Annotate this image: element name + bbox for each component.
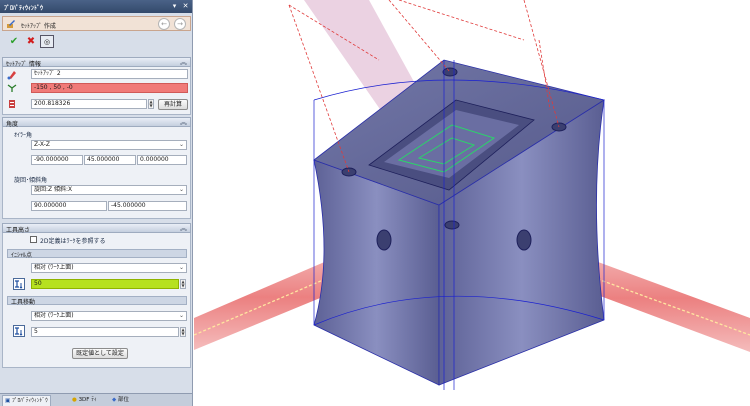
euler-order-value: Z-X-Z bbox=[34, 141, 50, 148]
pin-icon[interactable]: ▾ bbox=[170, 2, 179, 11]
property-window-title: ﾌﾟﾛﾊﾟﾃｨｳｨﾝﾄﾞｳ bbox=[4, 5, 44, 12]
initial-point-value-field[interactable]: 50 bbox=[31, 279, 179, 289]
close-icon[interactable]: ✕ bbox=[181, 2, 190, 11]
height-icon bbox=[13, 325, 25, 337]
tab-3df-label: 3DF ﾃｨ bbox=[78, 397, 97, 403]
angle-body: ｵｲﾗｰ角 Z-X-Z ⌄ -90.000000 45.000000 0.000… bbox=[2, 127, 191, 219]
property-window-icon: ▣ bbox=[5, 398, 11, 404]
euler-order-dropdown[interactable]: Z-X-Z ⌄ bbox=[31, 140, 187, 150]
tool-height-body: 2D定義はﾜｰｸを参照する ｲﾆｼｬﾙ点 相対 (ﾜｰｸ上面) ⌄ 50 ▲ ▼ … bbox=[2, 233, 191, 368]
tab-parts-label: 部位 bbox=[117, 397, 129, 403]
back-icon[interactable]: ← bbox=[158, 18, 170, 30]
initial-point-header: ｲﾆｼｬﾙ点 bbox=[7, 249, 187, 259]
distance-field[interactable]: 200.818326 bbox=[31, 99, 147, 109]
initial-point-spinner[interactable]: ▲ ▼ bbox=[180, 279, 186, 289]
tool-move-title: 工具移動 bbox=[11, 299, 36, 306]
property-window: ﾌﾟﾛﾊﾟﾃｨｳｨﾝﾄﾞｳ ▾ ✕ ｾｯﾄｱｯﾌﾟ 作成 ← → ✔ ✖ ◎ ｾ… bbox=[0, 0, 193, 406]
action-toolbar: ✔ ✖ ◎ bbox=[2, 35, 191, 49]
chevron-down-icon: ⌄ bbox=[178, 141, 184, 148]
tool-move-spinner[interactable]: ▲ ▼ bbox=[180, 327, 186, 337]
initial-point-mode-value: 相対 (ﾜｰｸ上面) bbox=[34, 264, 74, 271]
tab-property-window-label: ﾌﾟﾛﾊﾟﾃｨｳｨﾝﾄﾞｳ bbox=[11, 398, 48, 404]
set-as-default-button[interactable]: 既定値として設定 bbox=[72, 348, 128, 359]
tilt-mode-value: 旋回:Z 傾斜:X bbox=[34, 186, 73, 193]
chevron-down-icon: ⌄ bbox=[178, 264, 184, 271]
cad-viewport[interactable] bbox=[194, 0, 750, 406]
cancel-x-icon[interactable]: ✖ bbox=[24, 35, 38, 48]
preview-glasses-icon[interactable]: ◎ bbox=[40, 35, 54, 48]
tool-move-value-field[interactable]: 5 bbox=[31, 327, 179, 337]
distance-icon bbox=[9, 100, 15, 108]
collapse-icon[interactable]: ︽ bbox=[180, 117, 187, 127]
collapse-icon[interactable]: ︽ bbox=[180, 223, 187, 233]
tool-height-header[interactable]: 工具高さ ︽ bbox=[2, 223, 191, 234]
tilt-mode-dropdown[interactable]: 旋回:Z 傾斜:X ⌄ bbox=[31, 185, 187, 195]
setup-name-icon bbox=[7, 71, 16, 80]
hole bbox=[444, 220, 460, 230]
chevron-down-icon: ⌄ bbox=[178, 312, 184, 319]
euler-angle-3[interactable]: 0.000000 bbox=[137, 155, 187, 165]
tool-move-mode-value: 相対 (ﾜｰｸ上面) bbox=[34, 312, 74, 319]
tool-move-header: 工具移動 bbox=[7, 296, 187, 306]
tool-move-mode-dropdown[interactable]: 相対 (ﾜｰｸ上面) ⌄ bbox=[31, 311, 187, 321]
3df-icon: ● bbox=[72, 397, 77, 403]
reference-work-checkbox[interactable] bbox=[30, 236, 37, 243]
collapse-icon[interactable]: ︽ bbox=[180, 57, 187, 67]
tilt-angle-1[interactable]: 90.000000 bbox=[31, 201, 107, 211]
chevron-down-icon: ⌄ bbox=[178, 186, 184, 193]
origin-field[interactable]: -150 , 50 , -0 bbox=[31, 83, 188, 93]
height-icon bbox=[13, 278, 25, 290]
initial-point-mode-dropdown[interactable]: 相対 (ﾜｰｸ上面) ⌄ bbox=[31, 263, 187, 273]
initial-point-title: ｲﾆｼｬﾙ点 bbox=[11, 252, 33, 259]
euler-angle-2[interactable]: 45.000000 bbox=[84, 155, 136, 165]
recalculate-button[interactable]: 再計算 bbox=[158, 99, 188, 110]
tab-property-window[interactable]: ▣ ﾌﾟﾛﾊﾟﾃｨｳｨﾝﾄﾞｳ bbox=[2, 395, 51, 406]
angle-header[interactable]: 角度 ︽ bbox=[2, 117, 191, 128]
distance-spinner[interactable]: ▲ ▼ bbox=[148, 99, 154, 109]
setup-command-icon bbox=[7, 20, 15, 28]
euler-angle-label: ｵｲﾗｰ角 bbox=[14, 132, 33, 139]
setup-name-field[interactable]: ｾｯﾄｱｯﾌﾟ 2 bbox=[31, 69, 188, 79]
tilt-angle-label: 旋回･傾斜角 bbox=[14, 177, 48, 184]
euler-angle-1[interactable]: -90.000000 bbox=[31, 155, 83, 165]
origin-axis-icon bbox=[7, 84, 17, 92]
forward-icon[interactable]: → bbox=[174, 18, 186, 30]
tab-3df[interactable]: ● 3DF ﾃｨ bbox=[70, 395, 99, 406]
ok-check-icon[interactable]: ✔ bbox=[7, 35, 21, 48]
bottom-tab-bar: ▣ ﾌﾟﾛﾊﾟﾃｨｳｨﾝﾄﾞｳ ● 3DF ﾃｨ ◆ 部位 bbox=[0, 393, 192, 406]
parts-icon: ◆ bbox=[112, 397, 117, 403]
reference-work-label: 2D定義はﾜｰｸを参照する bbox=[40, 238, 106, 245]
property-window-titlebar[interactable]: ﾌﾟﾛﾊﾟﾃｨｳｨﾝﾄﾞｳ ▾ ✕ bbox=[0, 0, 192, 13]
hole bbox=[442, 67, 458, 77]
tab-parts[interactable]: ◆ 部位 bbox=[110, 395, 131, 406]
side-hole bbox=[376, 229, 392, 251]
tilt-angle-2[interactable]: -45.000000 bbox=[108, 201, 187, 211]
cad-scene[interactable] bbox=[194, 0, 750, 406]
command-header: ｾｯﾄｱｯﾌﾟ 作成 ← → bbox=[2, 16, 191, 31]
setup-info-header[interactable]: ｾｯﾄｱｯﾌﾟ 情報 ︽ bbox=[2, 57, 191, 68]
setup-info-body: ｾｯﾄｱｯﾌﾟ 2 -150 , 50 , -0 200.818326 ▲ ▼ 再… bbox=[2, 67, 191, 115]
command-title: ｾｯﾄｱｯﾌﾟ 作成 bbox=[21, 23, 56, 30]
side-hole bbox=[516, 229, 532, 251]
